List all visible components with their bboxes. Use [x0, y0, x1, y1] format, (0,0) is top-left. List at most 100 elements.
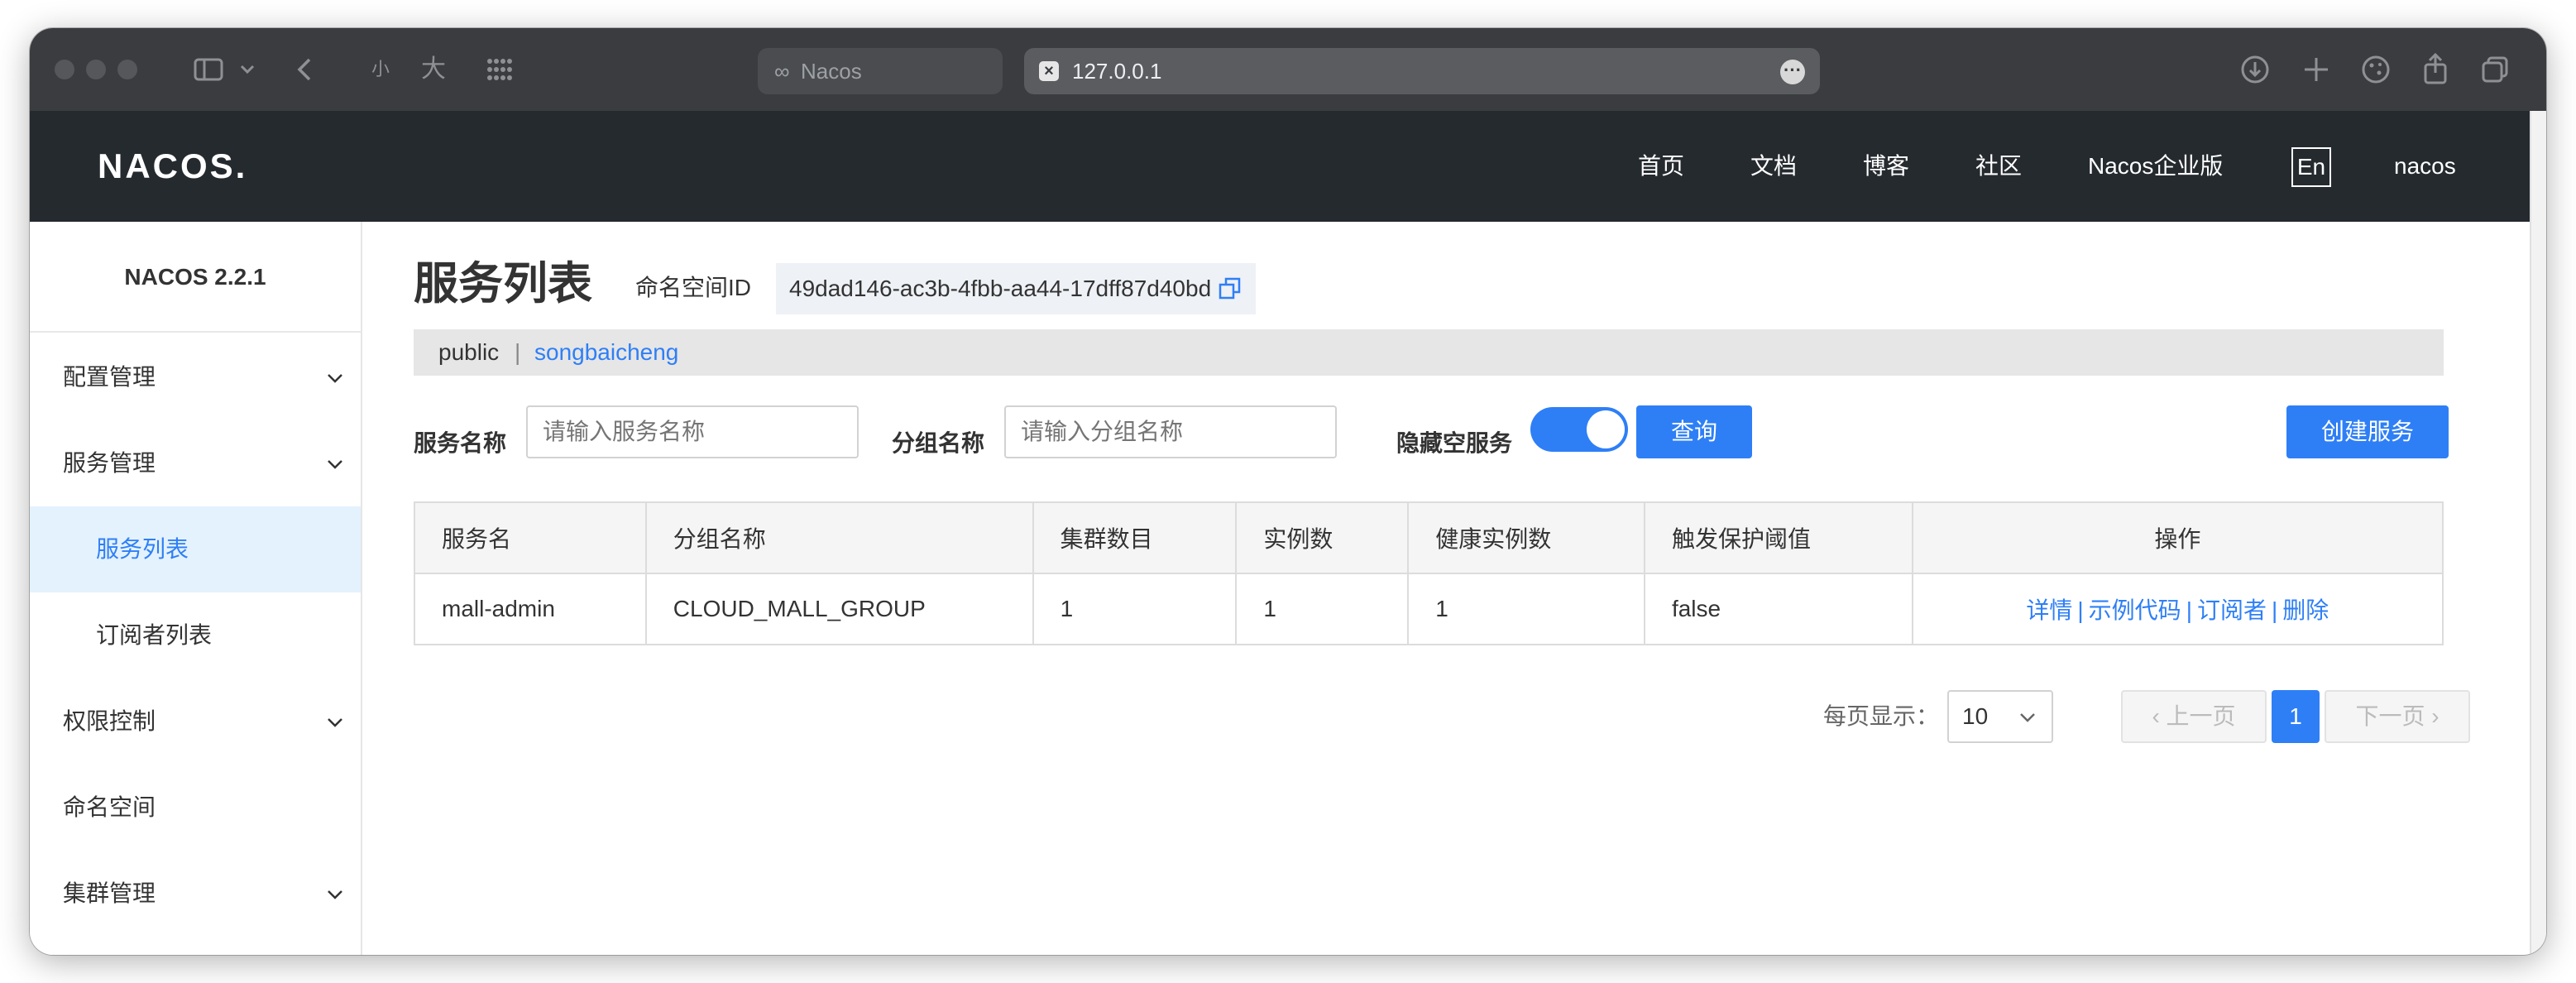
- text-larger-button[interactable]: 大: [417, 53, 450, 86]
- col-healthy-count: 健康实例数: [1407, 501, 1645, 574]
- sample-code-link[interactable]: 示例代码: [2089, 597, 2181, 623]
- namespace-bar: public | songbaicheng: [414, 329, 2444, 376]
- ops-separator: |: [2271, 597, 2278, 623]
- cell-protect-threshold: false: [1643, 573, 1913, 645]
- user-menu[interactable]: nacos: [2394, 111, 2456, 222]
- tab-label: Nacos: [801, 59, 862, 84]
- zoom-window-button[interactable]: [117, 60, 137, 79]
- sidebar-toggle-icon[interactable]: [192, 53, 225, 86]
- group-name-input[interactable]: [1004, 405, 1337, 458]
- chevron-right-icon: ›: [2425, 703, 2440, 729]
- more-icon[interactable]: ···: [1780, 60, 1805, 84]
- nav-docs[interactable]: 文档: [1750, 111, 1797, 222]
- sidebar-item-label: 权限控制: [63, 708, 156, 734]
- ops-separator: |: [2077, 597, 2084, 623]
- toggle-knob: [1587, 410, 1625, 448]
- sidebar-item-config[interactable]: 配置管理: [30, 334, 361, 420]
- minimize-window-button[interactable]: [86, 60, 106, 79]
- chevron-left-icon: ‹: [2152, 703, 2167, 729]
- address-bar[interactable]: × 127.0.0.1 ···: [1024, 48, 1820, 94]
- browser-window: 小 大 ∞ Nacos × 127.0.0.1 ··· NACOS. 首页 文档…: [30, 28, 2546, 955]
- cell-instance-count: 1: [1235, 573, 1410, 645]
- col-group-name: 分组名称: [644, 501, 1034, 574]
- nav-blog[interactable]: 博客: [1863, 111, 1909, 222]
- sidebar: NACOS 2.2.1 配置管理 服务管理 服务列表 订阅者列表 权限控制 命名…: [30, 222, 362, 955]
- sidebar-item-service-management[interactable]: 服务管理: [30, 420, 361, 506]
- version-label: NACOS 2.2.1: [30, 222, 361, 333]
- prev-page-button[interactable]: ‹ 上一页: [2121, 690, 2267, 743]
- back-icon[interactable]: [291, 55, 319, 84]
- detail-link[interactable]: 详情: [2026, 597, 2072, 623]
- close-window-button[interactable]: [55, 60, 74, 79]
- sidebar-item-label: 订阅者列表: [96, 622, 213, 648]
- col-cluster-count: 集群数目: [1032, 501, 1238, 574]
- service-table: 服务名 分组名称 集群数目 实例数 健康实例数 触发保护阈值 操作 mall-a…: [414, 501, 2444, 645]
- col-operations: 操作: [1911, 501, 2444, 574]
- page-scrollbar[interactable]: [2530, 111, 2546, 955]
- sidebar-item-access-control[interactable]: 权限控制: [30, 679, 361, 765]
- cell-healthy-count: 1: [1407, 573, 1645, 645]
- cell-operations: 详情 | 示例代码 | 订阅者 | 删除: [1911, 573, 2444, 645]
- per-page-label: 每页显示：: [1823, 703, 1940, 729]
- delete-link[interactable]: 删除: [2282, 597, 2329, 623]
- grid-icon[interactable]: [483, 55, 516, 84]
- hide-empty-toggle[interactable]: [1530, 407, 1628, 452]
- current-page[interactable]: 1: [2272, 690, 2320, 743]
- col-protect-threshold: 触发保护阈值: [1643, 501, 1913, 574]
- site-favicon-icon: ×: [1039, 61, 1059, 81]
- sidebar-item-namespace[interactable]: 命名空间: [30, 765, 361, 851]
- create-service-button[interactable]: 创建服务: [2286, 405, 2449, 458]
- next-page-button[interactable]: 下一页 ›: [2325, 690, 2470, 743]
- service-name-input[interactable]: [526, 405, 859, 458]
- col-instance-count: 实例数: [1235, 501, 1410, 574]
- sidebar-item-label: 集群管理: [63, 880, 156, 906]
- namespace-public[interactable]: public: [438, 329, 499, 376]
- hide-empty-label: 隐藏空服务: [1396, 430, 1513, 456]
- group-name-label: 分组名称: [892, 430, 985, 456]
- chevron-down-icon: [328, 890, 342, 899]
- chevron-down-icon: [328, 460, 342, 469]
- subscriber-link[interactable]: 订阅者: [2197, 597, 2267, 623]
- namespace-current[interactable]: songbaicheng: [534, 329, 678, 376]
- copy-icon[interactable]: [1218, 276, 1243, 301]
- namespace-id-box: 49dad146-ac3b-4fbb-aa44-17dff87d40bd: [776, 263, 1256, 314]
- col-service-name: 服务名: [414, 501, 647, 574]
- browser-toolbar: 小 大 ∞ Nacos × 127.0.0.1 ···: [30, 28, 2546, 111]
- sidebar-item-label: 服务列表: [96, 536, 189, 562]
- cookie-icon[interactable]: [2359, 53, 2392, 86]
- sidebar-item-label: 服务管理: [63, 450, 156, 476]
- url-text: 127.0.0.1: [1072, 59, 1162, 84]
- query-button[interactable]: 查询: [1636, 405, 1752, 458]
- nav-enterprise[interactable]: Nacos企业版: [2088, 111, 2223, 222]
- page-title: 服务列表: [414, 259, 592, 309]
- tabs-overview-icon[interactable]: [2478, 53, 2511, 86]
- per-page-select[interactable]: 10: [1947, 690, 2053, 743]
- main-content: 服务列表 命名空间ID 49dad146-ac3b-4fbb-aa44-17df…: [362, 222, 2530, 955]
- download-icon[interactable]: [2238, 53, 2272, 86]
- sidebar-item-subscribers[interactable]: 订阅者列表: [30, 592, 361, 679]
- ops-separator: |: [2186, 597, 2192, 623]
- nacos-logo[interactable]: NACOS.: [98, 146, 247, 187]
- chevron-down-icon: [328, 374, 342, 383]
- nav-community[interactable]: 社区: [1975, 111, 2022, 222]
- tab-nacos[interactable]: ∞ Nacos: [758, 48, 1003, 94]
- chevron-down-icon[interactable]: [238, 60, 256, 78]
- sidebar-item-label: 配置管理: [63, 364, 156, 390]
- top-nav-bar: NACOS. 首页 文档 博客 社区 Nacos企业版 En nacos: [30, 111, 2546, 222]
- nav-home[interactable]: 首页: [1638, 111, 1684, 222]
- chevron-down-icon: [2020, 713, 2035, 722]
- table-row: mall-admin CLOUD_MALL_GROUP 1 1 1 false …: [414, 573, 2444, 645]
- prev-page-label: 上一页: [2166, 703, 2236, 729]
- namespace-id-value: 49dad146-ac3b-4fbb-aa44-17dff87d40bd: [789, 276, 1212, 301]
- new-tab-icon[interactable]: [2300, 53, 2333, 86]
- sidebar-item-service-list[interactable]: 服务列表: [30, 506, 361, 592]
- text-smaller-button[interactable]: 小: [364, 53, 397, 86]
- per-page-value: 10: [1962, 703, 1989, 729]
- sidebar-item-cluster[interactable]: 集群管理: [30, 851, 361, 937]
- namespace-id-label: 命名空间ID: [635, 275, 752, 300]
- share-icon[interactable]: [2419, 51, 2452, 86]
- sidebar-item-label: 命名空间: [63, 794, 156, 820]
- language-switch[interactable]: En: [2291, 147, 2331, 187]
- cell-cluster-count: 1: [1032, 573, 1238, 645]
- table-header-row: 服务名 分组名称 集群数目 实例数 健康实例数 触发保护阈值 操作: [414, 501, 2444, 574]
